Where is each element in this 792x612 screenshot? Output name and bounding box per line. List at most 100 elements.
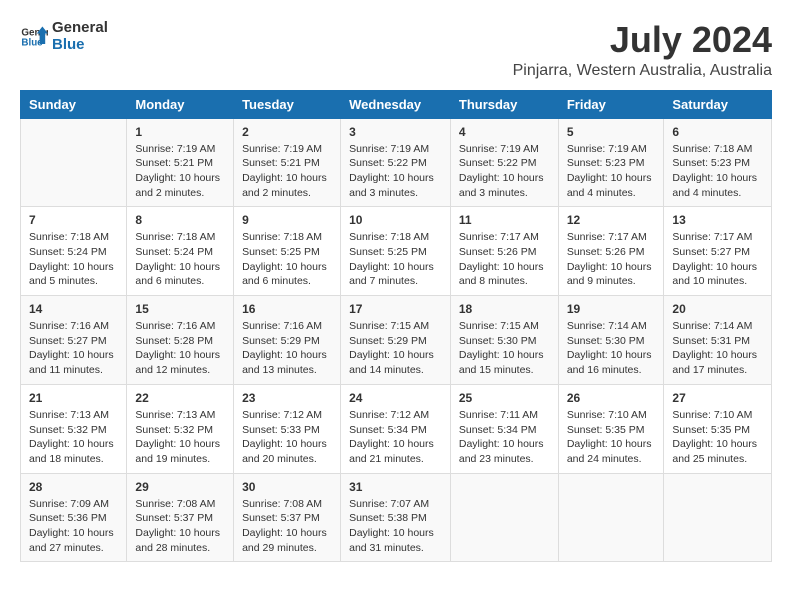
calendar-week-row: 7 Sunrise: 7:18 AMSunset: 5:24 PMDaylight… — [21, 207, 772, 296]
day-info: Sunrise: 7:19 AMSunset: 5:22 PMDaylight:… — [349, 142, 442, 201]
calendar-cell: 6 Sunrise: 7:18 AMSunset: 5:23 PMDaylight… — [664, 118, 772, 207]
day-number: 26 — [567, 391, 656, 405]
day-info: Sunrise: 7:15 AMSunset: 5:29 PMDaylight:… — [349, 319, 442, 378]
day-number: 2 — [242, 125, 332, 139]
location-subtitle: Pinjarra, Western Australia, Australia — [513, 62, 772, 80]
page-header: General Blue General Blue July 2024 Pinj… — [20, 20, 772, 80]
day-number: 13 — [672, 213, 763, 227]
calendar-cell: 21Sunrise: 7:13 AMSunset: 5:32 PMDayligh… — [21, 384, 127, 473]
calendar-cell: 27Sunrise: 7:10 AMSunset: 5:35 PMDayligh… — [664, 384, 772, 473]
day-number: 9 — [242, 213, 332, 227]
calendar-cell: 9 Sunrise: 7:18 AMSunset: 5:25 PMDaylight… — [234, 207, 341, 296]
day-info: Sunrise: 7:19 AMSunset: 5:21 PMDaylight:… — [135, 142, 225, 201]
calendar-cell: 29 Sunrise: 7:08 AMSunset: 5:37 PMDayligh… — [127, 473, 234, 562]
day-info: Sunrise: 7:16 AMSunset: 5:28 PMDaylight:… — [135, 319, 225, 378]
day-number: 30 — [242, 480, 332, 494]
calendar-week-row: 14 Sunrise: 7:16 AMSunset: 5:27 PMDayligh… — [21, 296, 772, 385]
day-number: 5 — [567, 125, 656, 139]
day-info: Sunrise: 7:18 AMSunset: 5:25 PMDaylight:… — [242, 230, 332, 289]
calendar-cell: 26 Sunrise: 7:10 AMSunset: 5:35 PMDayligh… — [558, 384, 664, 473]
calendar-cell: 28 Sunrise: 7:09 AMSunset: 5:36 PMDayligh… — [21, 473, 127, 562]
calendar-table: SundayMondayTuesdayWednesdayThursdayFrid… — [20, 90, 772, 563]
day-number: 6 — [672, 125, 763, 139]
calendar-week-row: 28 Sunrise: 7:09 AMSunset: 5:36 PMDayligh… — [21, 473, 772, 562]
day-info: Sunrise: 7:16 AMSunset: 5:27 PMDaylight:… — [29, 319, 118, 378]
day-number: 24 — [349, 391, 442, 405]
calendar-cell: 22 Sunrise: 7:13 AMSunset: 5:32 PMDayligh… — [127, 384, 234, 473]
day-info: Sunrise: 7:19 AMSunset: 5:21 PMDaylight:… — [242, 142, 332, 201]
day-info: Sunrise: 7:17 AMSunset: 5:26 PMDaylight:… — [459, 230, 550, 289]
day-info: Sunrise: 7:12 AMSunset: 5:34 PMDaylight:… — [349, 408, 442, 467]
day-info: Sunrise: 7:18 AMSunset: 5:24 PMDaylight:… — [29, 230, 118, 289]
calendar-week-row: 21Sunrise: 7:13 AMSunset: 5:32 PMDayligh… — [21, 384, 772, 473]
day-info: Sunrise: 7:12 AMSunset: 5:33 PMDaylight:… — [242, 408, 332, 467]
day-info: Sunrise: 7:18 AMSunset: 5:23 PMDaylight:… — [672, 142, 763, 201]
day-number: 22 — [135, 391, 225, 405]
day-number: 23 — [242, 391, 332, 405]
col-header-thursday: Thursday — [450, 90, 558, 118]
calendar-cell: 25 Sunrise: 7:11 AMSunset: 5:34 PMDayligh… — [450, 384, 558, 473]
day-info: Sunrise: 7:18 AMSunset: 5:25 PMDaylight:… — [349, 230, 442, 289]
day-info: Sunrise: 7:13 AMSunset: 5:32 PMDaylight:… — [29, 408, 118, 467]
calendar-cell: 13 Sunrise: 7:17 AMSunset: 5:27 PMDayligh… — [664, 207, 772, 296]
day-info: Sunrise: 7:07 AMSunset: 5:38 PMDaylight:… — [349, 497, 442, 556]
day-info: Sunrise: 7:08 AMSunset: 5:37 PMDaylight:… — [242, 497, 332, 556]
day-number: 14 — [29, 302, 118, 316]
calendar-cell: 4 Sunrise: 7:19 AMSunset: 5:22 PMDaylight… — [450, 118, 558, 207]
day-number: 7 — [29, 213, 118, 227]
day-number: 25 — [459, 391, 550, 405]
day-number: 31 — [349, 480, 442, 494]
day-info: Sunrise: 7:14 AMSunset: 5:30 PMDaylight:… — [567, 319, 656, 378]
day-info: Sunrise: 7:17 AMSunset: 5:27 PMDaylight:… — [672, 230, 763, 289]
day-number: 28 — [29, 480, 118, 494]
calendar-cell: 24 Sunrise: 7:12 AMSunset: 5:34 PMDayligh… — [341, 384, 451, 473]
col-header-monday: Monday — [127, 90, 234, 118]
day-info: Sunrise: 7:13 AMSunset: 5:32 PMDaylight:… — [135, 408, 225, 467]
calendar-cell: 19Sunrise: 7:14 AMSunset: 5:30 PMDayligh… — [558, 296, 664, 385]
calendar-cell: 2 Sunrise: 7:19 AMSunset: 5:21 PMDaylight… — [234, 118, 341, 207]
calendar-cell: 15Sunrise: 7:16 AMSunset: 5:28 PMDayligh… — [127, 296, 234, 385]
day-number: 11 — [459, 213, 550, 227]
day-info: Sunrise: 7:14 AMSunset: 5:31 PMDaylight:… — [672, 319, 763, 378]
day-number: 16 — [242, 302, 332, 316]
day-info: Sunrise: 7:11 AMSunset: 5:34 PMDaylight:… — [459, 408, 550, 467]
calendar-cell — [664, 473, 772, 562]
calendar-cell — [450, 473, 558, 562]
calendar-cell — [21, 118, 127, 207]
calendar-cell: 1Sunrise: 7:19 AMSunset: 5:21 PMDaylight… — [127, 118, 234, 207]
day-number: 4 — [459, 125, 550, 139]
col-header-tuesday: Tuesday — [234, 90, 341, 118]
day-number: 18 — [459, 302, 550, 316]
calendar-header-row: SundayMondayTuesdayWednesdayThursdayFrid… — [21, 90, 772, 118]
calendar-cell: 5 Sunrise: 7:19 AMSunset: 5:23 PMDaylight… — [558, 118, 664, 207]
day-number: 3 — [349, 125, 442, 139]
day-info: Sunrise: 7:16 AMSunset: 5:29 PMDaylight:… — [242, 319, 332, 378]
calendar-cell: 16 Sunrise: 7:16 AMSunset: 5:29 PMDayligh… — [234, 296, 341, 385]
day-info: Sunrise: 7:10 AMSunset: 5:35 PMDaylight:… — [567, 408, 656, 467]
col-header-sunday: Sunday — [21, 90, 127, 118]
day-info: Sunrise: 7:17 AMSunset: 5:26 PMDaylight:… — [567, 230, 656, 289]
calendar-cell: 17Sunrise: 7:15 AMSunset: 5:29 PMDayligh… — [341, 296, 451, 385]
col-header-wednesday: Wednesday — [341, 90, 451, 118]
day-number: 10 — [349, 213, 442, 227]
calendar-cell: 30 Sunrise: 7:08 AMSunset: 5:37 PMDayligh… — [234, 473, 341, 562]
title-block: July 2024 Pinjarra, Western Australia, A… — [513, 20, 772, 80]
logo-icon: General Blue — [20, 23, 48, 51]
calendar-cell: 18Sunrise: 7:15 AMSunset: 5:30 PMDayligh… — [450, 296, 558, 385]
calendar-cell: 14 Sunrise: 7:16 AMSunset: 5:27 PMDayligh… — [21, 296, 127, 385]
day-info: Sunrise: 7:09 AMSunset: 5:36 PMDaylight:… — [29, 497, 118, 556]
calendar-cell — [558, 473, 664, 562]
day-info: Sunrise: 7:08 AMSunset: 5:37 PMDaylight:… — [135, 497, 225, 556]
calendar-cell: 8Sunrise: 7:18 AMSunset: 5:24 PMDaylight… — [127, 207, 234, 296]
day-info: Sunrise: 7:19 AMSunset: 5:23 PMDaylight:… — [567, 142, 656, 201]
calendar-cell: 23 Sunrise: 7:12 AMSunset: 5:33 PMDayligh… — [234, 384, 341, 473]
day-number: 27 — [672, 391, 763, 405]
col-header-saturday: Saturday — [664, 90, 772, 118]
calendar-cell: 31 Sunrise: 7:07 AMSunset: 5:38 PMDayligh… — [341, 473, 451, 562]
day-number: 20 — [672, 302, 763, 316]
calendar-cell: 20 Sunrise: 7:14 AMSunset: 5:31 PMDayligh… — [664, 296, 772, 385]
calendar-cell: 7 Sunrise: 7:18 AMSunset: 5:24 PMDaylight… — [21, 207, 127, 296]
day-info: Sunrise: 7:19 AMSunset: 5:22 PMDaylight:… — [459, 142, 550, 201]
day-number: 29 — [135, 480, 225, 494]
logo-general: General — [52, 20, 108, 37]
